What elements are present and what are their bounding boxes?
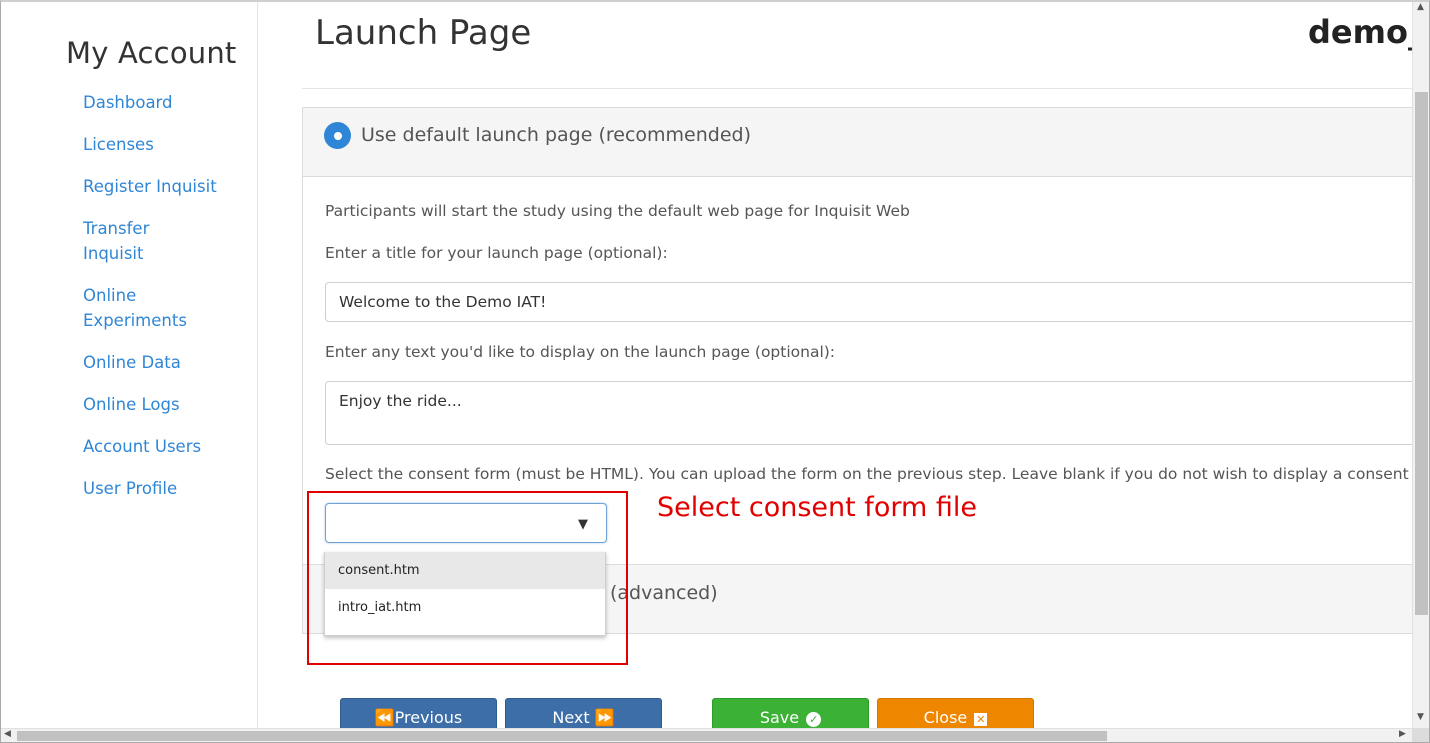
default-launch-radio-label[interactable]: Use default launch page (recommended) [361, 124, 751, 146]
main-content: Launch Page demo_ Use default launch pag… [258, 0, 1412, 728]
default-launch-header[interactable]: Use default launch page (recommended) [303, 108, 1412, 177]
default-launch-description: Participants will start the study using … [325, 202, 910, 220]
sidebar-item-transfer-inquisit[interactable]: Transfer Inquisit [83, 216, 173, 266]
fast-forward-icon: ⏩ [594, 708, 615, 727]
save-label: Save [759, 708, 800, 727]
rewind-icon: ⏪ [374, 708, 395, 727]
vertical-scroll-thumb[interactable] [1415, 92, 1428, 615]
title-divider [302, 88, 1412, 89]
sidebar-item-account-users[interactable]: Account Users [83, 434, 243, 459]
scroll-down-arrow-icon[interactable]: ▼ [1417, 712, 1424, 722]
next-button[interactable]: Next ⏩ [505, 698, 662, 728]
sidebar-item-user-profile[interactable]: User Profile [83, 476, 243, 501]
next-label: Next [552, 708, 590, 727]
sidebar: My Account Dashboard Licenses Register I… [0, 0, 258, 728]
sidebar-item-online-data[interactable]: Online Data [83, 350, 243, 375]
previous-button[interactable]: ⏪Previous [340, 698, 497, 728]
scroll-up-arrow-icon[interactable]: ▲ [1417, 2, 1424, 12]
page-title: Launch Page [315, 13, 532, 53]
sidebar-title: My Account [66, 36, 237, 70]
sidebar-item-online-experiments[interactable]: Online Experiments [83, 283, 193, 333]
close-label: Close [923, 708, 968, 727]
close-box-icon: ✕ [974, 713, 988, 726]
check-circle-icon: ✓ [806, 712, 822, 727]
scrollbar-corner [1412, 728, 1430, 743]
sidebar-item-licenses[interactable]: Licenses [83, 132, 243, 157]
scroll-right-arrow-icon[interactable]: ▶ [1399, 729, 1406, 739]
consent-field-label: Select the consent form (must be HTML). … [325, 465, 1412, 483]
sidebar-item-online-logs[interactable]: Online Logs [83, 392, 243, 417]
sidebar-nav: Dashboard Licenses Register Inquisit Tra… [83, 90, 243, 518]
title-field-label: Enter a title for your launch page (opti… [325, 244, 668, 262]
save-button[interactable]: Save ✓ [712, 698, 869, 728]
close-button[interactable]: Close ✕ [877, 698, 1034, 728]
horizontal-scrollbar[interactable]: ◀ ▶ [0, 728, 1412, 743]
previous-label: Previous [394, 708, 463, 727]
horizontal-scroll-thumb[interactable] [17, 731, 1107, 741]
vertical-scrollbar[interactable]: ▲ ▼ [1412, 0, 1430, 728]
radio-selected-icon[interactable] [324, 122, 351, 149]
annotation-text: Select consent form file [657, 492, 977, 523]
annotation-highlight-box [307, 491, 628, 665]
account-name: demo_ [1308, 13, 1412, 51]
sidebar-item-register-inquisit[interactable]: Register Inquisit [83, 174, 243, 199]
scroll-left-arrow-icon[interactable]: ◀ [4, 729, 11, 739]
launch-title-input[interactable]: Welcome to the Demo IAT! [325, 282, 1412, 322]
launch-text-textarea[interactable]: Enjoy the ride... [325, 381, 1412, 445]
text-field-label: Enter any text you'd like to display on … [325, 343, 836, 361]
sidebar-item-dashboard[interactable]: Dashboard [83, 90, 243, 115]
